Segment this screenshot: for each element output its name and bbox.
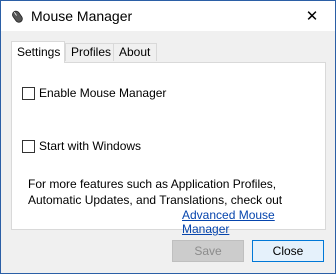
enable-mouse-manager-row[interactable]: Enable Mouse Manager xyxy=(22,86,166,100)
title-bar: Mouse Manager ✕ xyxy=(1,1,335,31)
info-line-2: Automatic Updates, and Translations, che… xyxy=(28,193,283,207)
start-with-windows-checkbox[interactable] xyxy=(22,139,35,153)
mouse-icon xyxy=(9,9,25,25)
tab-settings[interactable]: Settings xyxy=(11,41,65,63)
advanced-mouse-manager-link[interactable]: Advanced Mouse Manager xyxy=(182,208,325,236)
feature-info: For more features such as Application Pr… xyxy=(28,176,282,208)
settings-panel: Enable Mouse Manager Start with Windows … xyxy=(11,62,326,236)
start-with-windows-label[interactable]: Start with Windows xyxy=(39,139,141,153)
tab-profiles[interactable]: Profiles xyxy=(65,43,115,61)
enable-mouse-manager-label[interactable]: Enable Mouse Manager xyxy=(39,86,166,100)
close-icon[interactable]: ✕ xyxy=(289,1,335,31)
enable-mouse-manager-checkbox[interactable] xyxy=(22,86,35,100)
tab-about[interactable]: About xyxy=(113,43,157,61)
info-line-1: For more features such as Application Pr… xyxy=(28,177,277,191)
save-button[interactable]: Save xyxy=(172,240,244,262)
start-with-windows-row[interactable]: Start with Windows xyxy=(22,139,141,153)
main-window: Mouse Manager ✕ Settings Profiles About … xyxy=(0,0,336,274)
window-title: Mouse Manager xyxy=(31,8,133,24)
close-button[interactable]: Close xyxy=(252,240,324,262)
